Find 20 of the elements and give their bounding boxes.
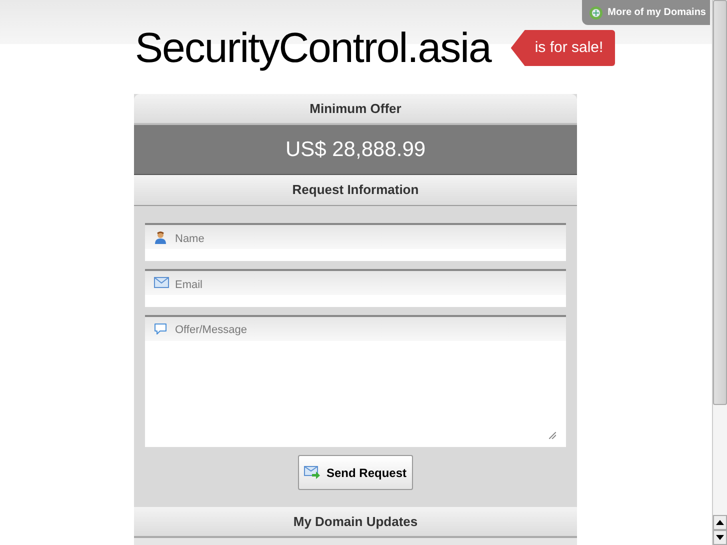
price-text: US$ 28,888.99 (285, 136, 426, 163)
resize-handle-icon[interactable] (549, 432, 556, 439)
send-request-button[interactable]: Send Request (298, 455, 413, 490)
envelope-icon (154, 277, 169, 288)
input-field[interactable]: Name (145, 223, 566, 261)
section-header: Minimum Offer (134, 94, 577, 125)
send-mail-icon (304, 466, 320, 479)
person-icon (154, 231, 167, 244)
scrollbar-thumb[interactable] (713, 0, 727, 405)
up-arrow-icon (716, 520, 724, 525)
input-field[interactable]: Email (145, 269, 566, 307)
section-header: My Domain Updates (134, 507, 577, 538)
sale-tag: is for sale! (510, 30, 616, 66)
domain-title: SecurityControl.asia (135, 27, 491, 69)
scroll-up-button[interactable] (713, 515, 727, 530)
scrollbar[interactable] (712, 0, 727, 545)
scroll-down-button[interactable] (713, 530, 727, 545)
section-header: Request Information (134, 175, 577, 206)
message-field[interactable]: Offer/Message (145, 315, 566, 447)
down-arrow-icon (716, 535, 724, 540)
